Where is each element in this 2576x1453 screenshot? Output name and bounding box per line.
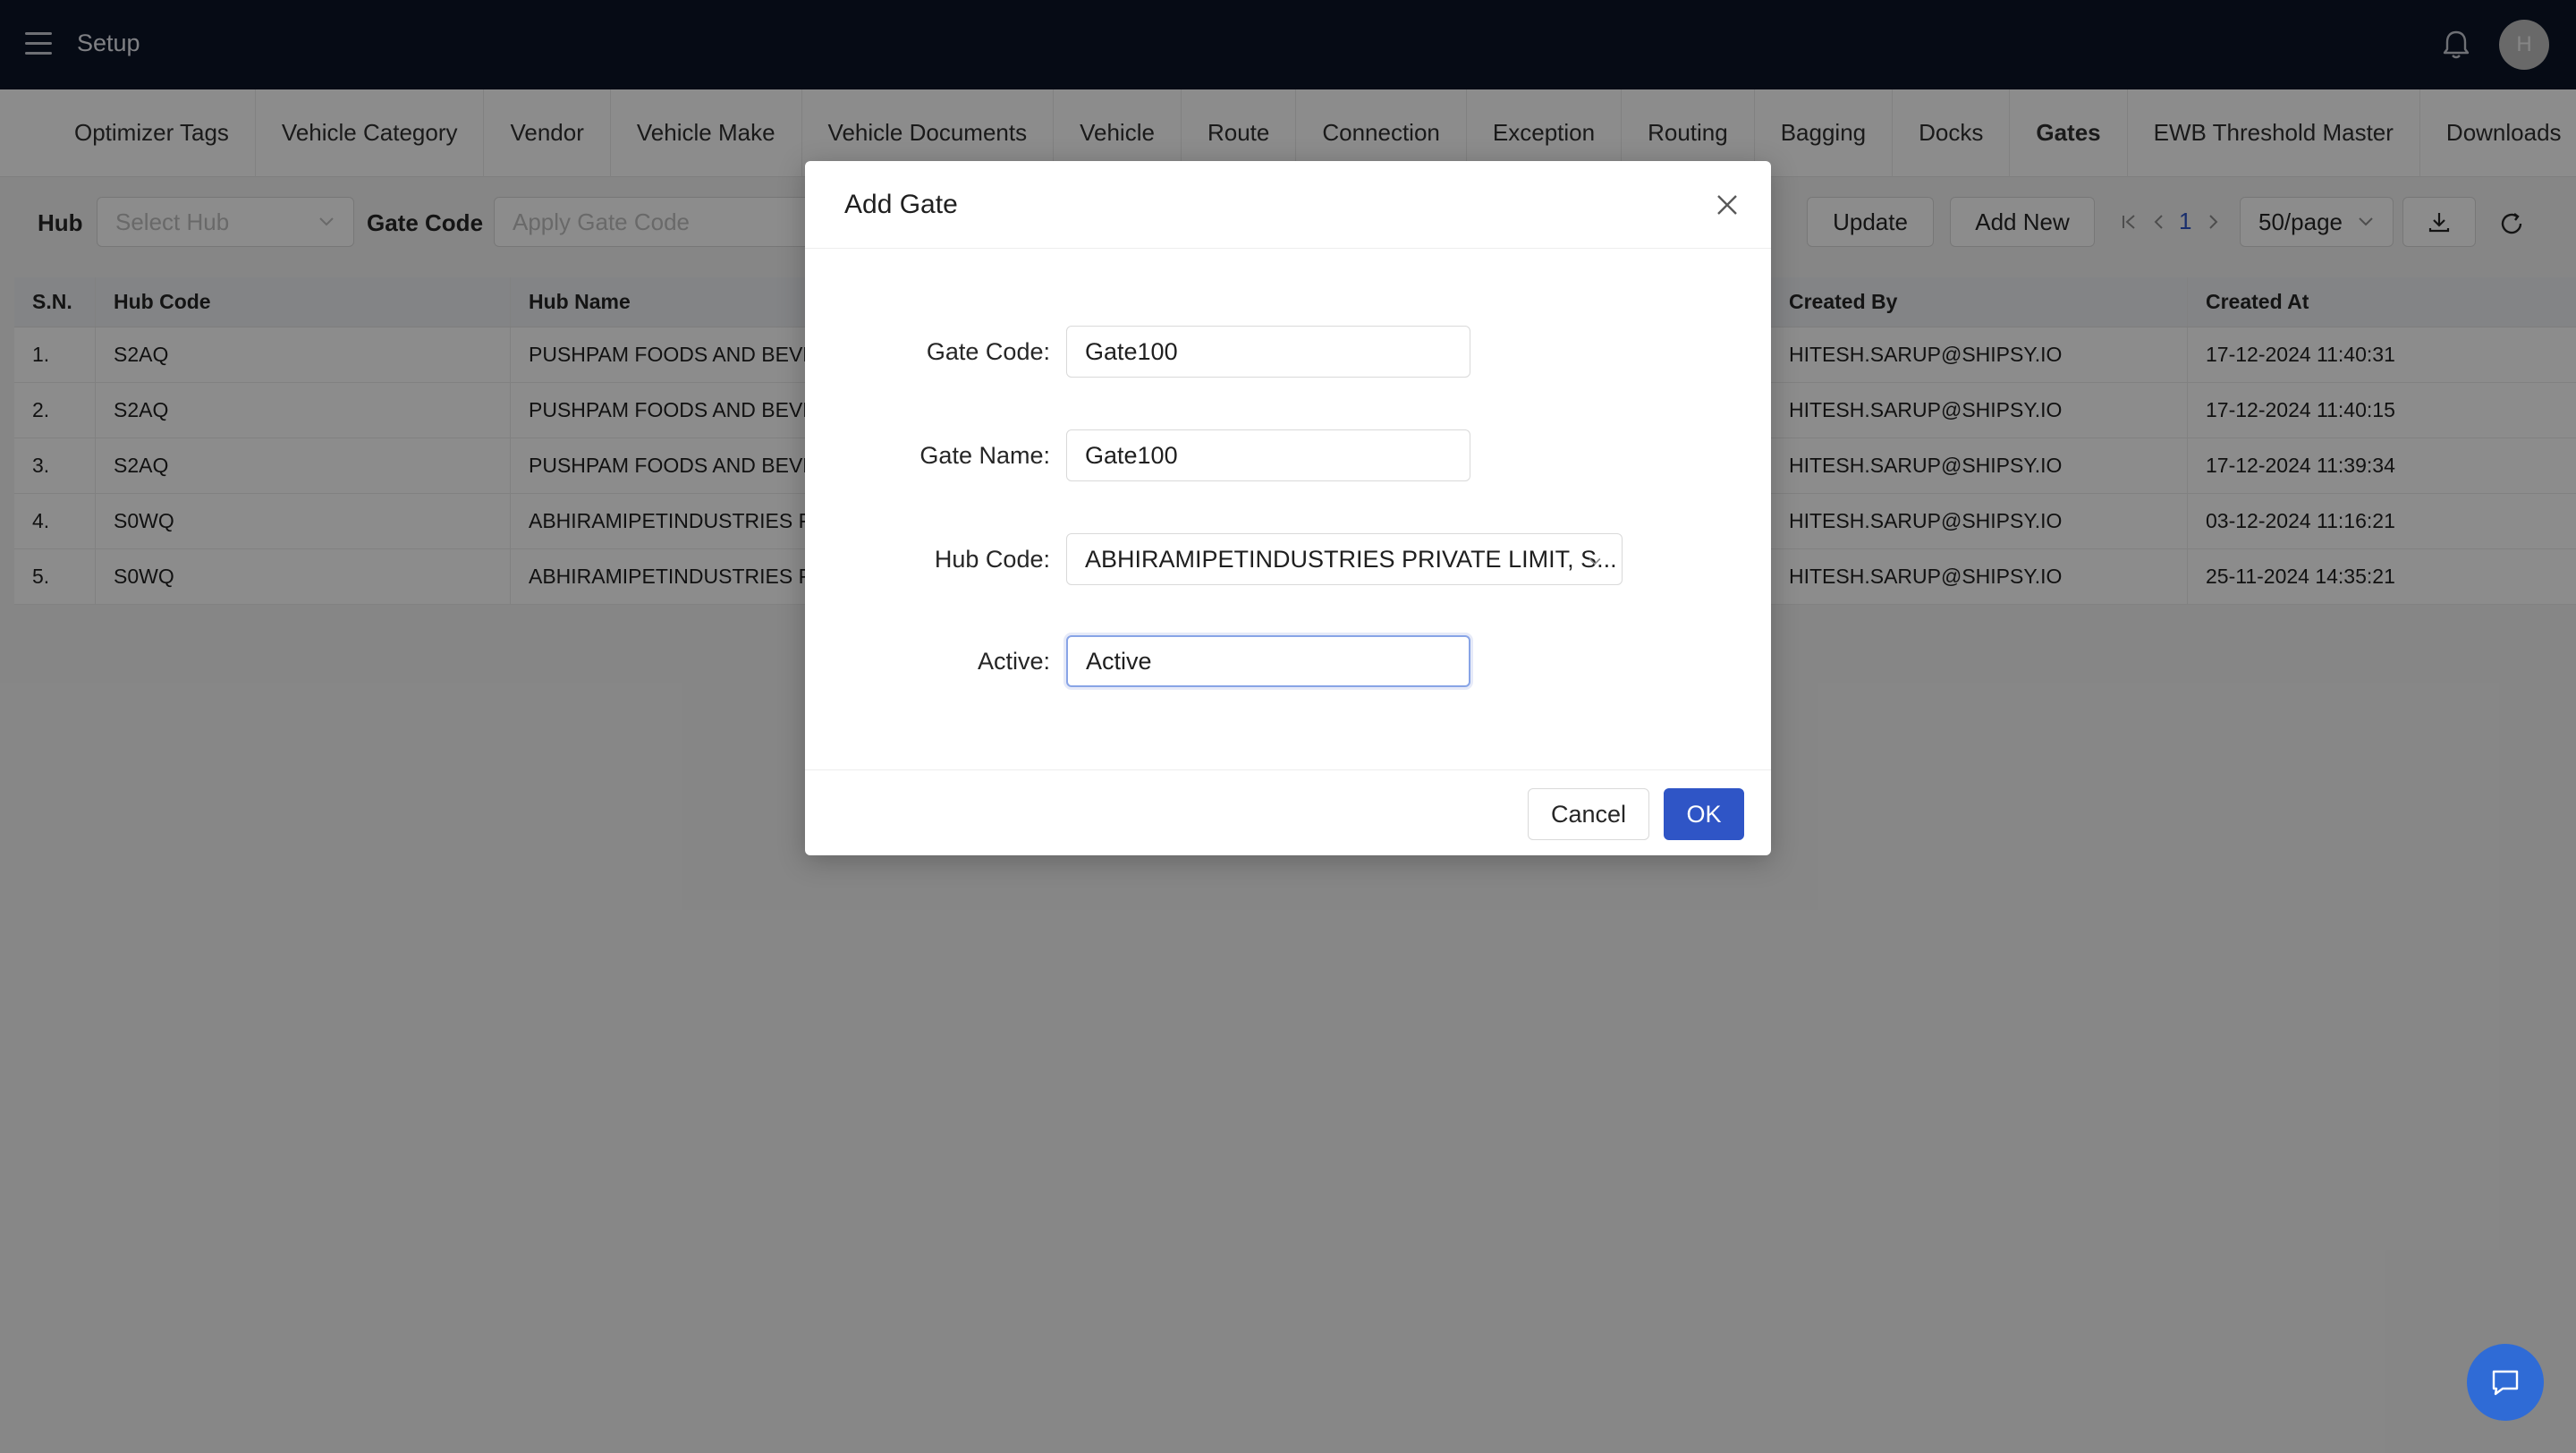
hub-code-label: Hub Code: (934, 546, 1050, 573)
modal-footer: Cancel OK (805, 769, 1771, 855)
hub-code-select[interactable]: ABHIRAMIPETINDUSTRIES PRIVATE LIMIT, S..… (1066, 533, 1623, 585)
chevron-down-icon (1589, 557, 1601, 565)
chat-icon (2492, 1370, 2519, 1396)
close-icon[interactable] (1714, 191, 1741, 218)
chat-button[interactable] (2467, 1344, 2544, 1421)
gate-code-row: Gate Code: Gate100 (805, 326, 1771, 378)
active-label: Active: (977, 648, 1050, 675)
cancel-button[interactable]: Cancel (1528, 788, 1649, 840)
hub-code-value: ABHIRAMIPETINDUSTRIES PRIVATE LIMIT, S..… (1085, 545, 1617, 573)
gate-code-label: Gate Code: (926, 338, 1050, 365)
gate-name-input[interactable]: Gate100 (1066, 429, 1470, 481)
modal-title: Add Gate (844, 190, 958, 219)
active-input[interactable]: Active (1066, 635, 1470, 687)
modal-header: Add Gate (805, 161, 1771, 249)
add-gate-modal: Add Gate Gate Code: Gate100 Gate Name: G… (805, 161, 1771, 855)
active-row: Active: Active (805, 635, 1771, 687)
gate-code-input[interactable]: Gate100 (1066, 326, 1470, 378)
gate-name-label: Gate Name: (919, 442, 1050, 469)
ok-button[interactable]: OK (1664, 788, 1744, 840)
hub-code-row: Hub Code: ABHIRAMIPETINDUSTRIES PRIVATE … (805, 533, 1771, 585)
gate-name-row: Gate Name: Gate100 (805, 429, 1771, 481)
